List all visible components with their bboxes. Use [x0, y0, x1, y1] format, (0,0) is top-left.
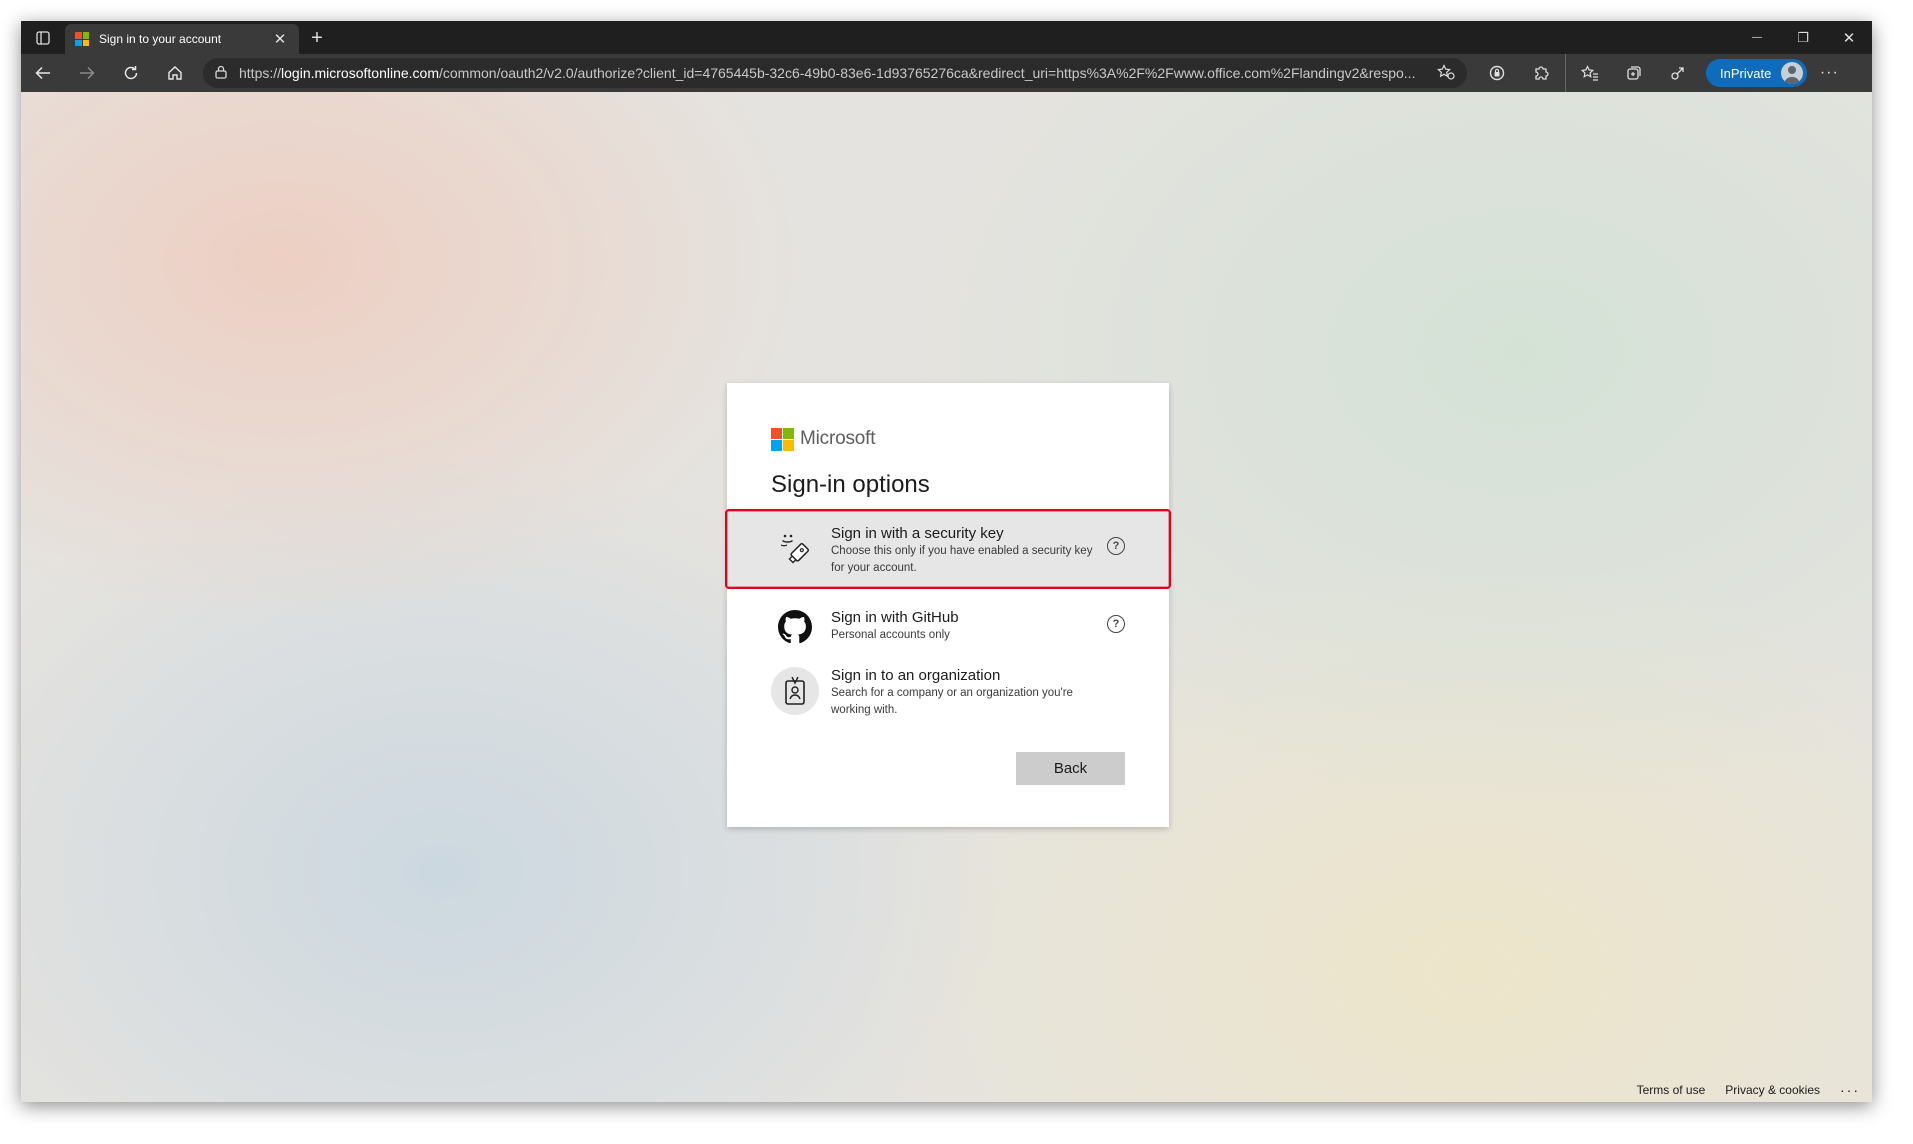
- inprivate-label: InPrivate: [1720, 65, 1772, 81]
- privacy-cookies-link[interactable]: Privacy & cookies: [1725, 1083, 1820, 1097]
- option-title: Sign in with a security key: [831, 525, 1004, 542]
- browser-window: Sign in to your account ✕ + — ❐ ✕ https:…: [21, 21, 1872, 1102]
- back-button[interactable]: Back: [1016, 752, 1125, 785]
- settings-more-button[interactable]: ···: [1807, 64, 1851, 82]
- collections-button[interactable]: [1612, 54, 1656, 92]
- option-text: Sign in to an organization Search for a …: [831, 667, 1125, 719]
- new-tab-button[interactable]: +: [299, 23, 335, 53]
- help-icon[interactable]: ?: [1107, 537, 1125, 555]
- puzzle-icon: [1535, 66, 1549, 80]
- favorites-icon: [1581, 65, 1598, 81]
- refresh-icon: [124, 66, 138, 80]
- microsoft-favicon-icon: [75, 32, 89, 46]
- option-github[interactable]: Sign in with GitHub Personal accounts on…: [727, 597, 1169, 657]
- arrow-right-icon: [80, 66, 95, 80]
- page-title: Sign-in options: [771, 471, 930, 498]
- url-path: /common/oauth2/v2.0/authorize?client_id=…: [439, 65, 1416, 81]
- home-button[interactable]: [153, 54, 197, 92]
- signin-options-list: Sign in with a security key Choose this …: [725, 509, 1171, 731]
- organization-badge-icon: [771, 667, 819, 715]
- back-nav-button[interactable]: [21, 54, 65, 92]
- collections-icon: [1627, 66, 1641, 80]
- address-bar[interactable]: https://login.microsoftonline.com/common…: [203, 58, 1467, 88]
- url-text[interactable]: https://login.microsoftonline.com/common…: [239, 65, 1425, 81]
- favorites-button[interactable]: [1568, 54, 1612, 92]
- toolbar-separator: [1565, 54, 1566, 92]
- window-controls: — ❐ ✕: [1734, 21, 1872, 54]
- option-title: Sign in with GitHub: [831, 609, 959, 626]
- browser-toolbar: https://login.microsoftonline.com/common…: [21, 54, 1872, 92]
- tab-title: Sign in to your account: [99, 32, 222, 46]
- home-icon: [168, 66, 182, 80]
- share-icon: [1671, 67, 1684, 80]
- security-key-icon: [771, 525, 819, 573]
- avatar: [1781, 62, 1804, 84]
- minimize-button[interactable]: —: [1734, 21, 1780, 54]
- arrow-left-icon: [35, 66, 50, 80]
- tab-actions-button[interactable]: [21, 21, 65, 54]
- lock-icon[interactable]: [215, 65, 227, 82]
- microsoft-logo: Microsoft: [771, 427, 1125, 451]
- page-footer: Terms of use Privacy & cookies ···: [1617, 1082, 1860, 1098]
- option-security-key[interactable]: Sign in with a security key Choose this …: [725, 509, 1171, 589]
- close-window-button[interactable]: ✕: [1826, 21, 1872, 54]
- microsoft-logo-icon: [771, 427, 794, 451]
- restore-button[interactable]: ❐: [1780, 21, 1826, 54]
- forward-nav-button[interactable]: [65, 54, 109, 92]
- terms-of-use-link[interactable]: Terms of use: [1637, 1083, 1706, 1097]
- option-description: Search for a company or an organization …: [831, 687, 1073, 716]
- refresh-button[interactable]: [109, 54, 153, 92]
- option-description: Choose this only if you have enabled a s…: [831, 545, 1093, 574]
- option-text: Sign in with a security key Choose this …: [831, 525, 1107, 577]
- option-organization[interactable]: Sign in to an organization Search for a …: [727, 659, 1169, 731]
- browser-tab[interactable]: Sign in to your account ✕: [65, 24, 299, 54]
- tracking-prevention-button[interactable]: [1475, 54, 1519, 92]
- footer-more-button[interactable]: ···: [1840, 1082, 1860, 1098]
- inprivate-profile-button[interactable]: InPrivate: [1706, 59, 1808, 87]
- tab-close-icon[interactable]: ✕: [271, 30, 289, 48]
- extensions-button[interactable]: [1519, 54, 1563, 92]
- github-icon: [771, 603, 819, 651]
- url-host: login.microsoftonline.com: [281, 65, 439, 81]
- share-button[interactable]: [1656, 54, 1700, 92]
- add-favorite-icon[interactable]: [1437, 63, 1455, 83]
- toolbar-icons: [1475, 54, 1700, 92]
- signin-card: Microsoft Sign-in options Sign in with a…: [725, 383, 1171, 827]
- url-prefix: https://: [239, 65, 282, 81]
- title-bar: Sign in to your account ✕ + — ❐ ✕: [21, 21, 1872, 54]
- page-content: Microsoft Sign-in options Sign in with a…: [21, 92, 1872, 1102]
- shield-icon: [1489, 65, 1505, 81]
- option-title: Sign in to an organization: [831, 667, 1001, 684]
- help-icon[interactable]: ?: [1107, 615, 1125, 633]
- tab-actions-icon: [36, 30, 50, 45]
- option-description: Personal accounts only: [831, 629, 950, 641]
- microsoft-wordmark: Microsoft: [800, 428, 876, 449]
- option-text: Sign in with GitHub Personal accounts on…: [831, 603, 1107, 644]
